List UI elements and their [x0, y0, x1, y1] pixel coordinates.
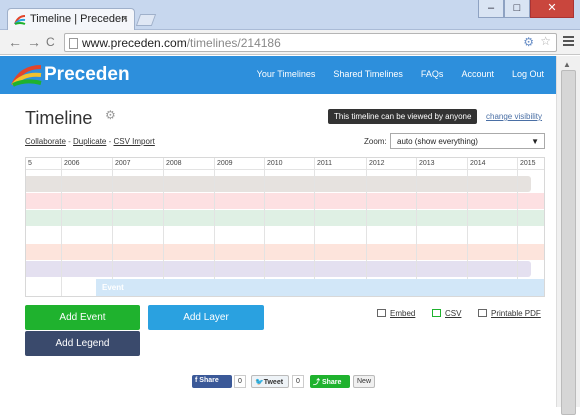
- year-tick-label: 2007: [112, 158, 131, 296]
- year-tick-label: 2008: [163, 158, 182, 296]
- preceden-favicon-icon: [14, 15, 26, 25]
- embed-link[interactable]: Embed: [377, 309, 415, 318]
- new-badge: New: [353, 375, 376, 388]
- scroll-thumb[interactable]: [561, 70, 576, 415]
- url-path: /timelines/214186: [186, 36, 281, 50]
- timeline-links: Collaborate - Duplicate - CSV Import: [25, 137, 155, 146]
- year-tick-label: 2013: [416, 158, 435, 296]
- csv-icon: [432, 309, 441, 317]
- printer-icon: [478, 309, 487, 317]
- bookmark-star-icon[interactable]: ☆: [540, 34, 551, 48]
- zoom-select[interactable]: auto (show everything) ▼: [390, 133, 545, 149]
- facebook-share-label: Share: [199, 377, 219, 384]
- link-separator: -: [65, 137, 74, 146]
- add-legend-button[interactable]: Add Legend: [25, 331, 140, 356]
- window-close-button[interactable]: ✕: [530, 0, 574, 18]
- tab-close-icon[interactable]: ×: [122, 13, 128, 25]
- year-tick-label: 2015: [517, 158, 536, 296]
- year-tick-label: 5: [28, 160, 32, 167]
- maximize-button[interactable]: □: [504, 0, 530, 18]
- page-icon: [69, 38, 78, 49]
- link-separator: -: [106, 137, 114, 146]
- csv-label[interactable]: CSV: [445, 309, 461, 318]
- year-tick-label: 2014: [467, 158, 486, 296]
- csv-import-link[interactable]: CSV Import: [114, 137, 155, 146]
- year-tick-label: 2010: [264, 158, 283, 296]
- visibility-badge: This timeline can be viewed by anyone: [328, 109, 478, 124]
- new-tab-button[interactable]: [135, 14, 157, 26]
- zoom-value: auto (show everything): [397, 137, 478, 146]
- year-tick-label: 2011: [314, 158, 332, 296]
- printable-pdf-link[interactable]: Printable PDF: [478, 309, 541, 318]
- timeline-canvas[interactable]: 5 2006 2007 2008 2009 2010 2011 2012 2013 2014 201…: [25, 157, 545, 297]
- forward-icon[interactable]: →: [27, 34, 41, 50]
- nav-log-out[interactable]: Log Out: [512, 69, 544, 79]
- share-icon: ⤴: [313, 379, 322, 386]
- printable-pdf-label[interactable]: Printable PDF: [491, 309, 541, 318]
- scroll-up-icon[interactable]: ▲: [563, 60, 571, 69]
- zoom-label: Zoom:: [364, 137, 387, 146]
- address-bar[interactable]: www.preceden.com/timelines/214186 ⚙ ☆: [64, 33, 557, 52]
- change-visibility-link[interactable]: change visibility: [486, 112, 542, 121]
- page-title: Timeline: [25, 108, 93, 128]
- duplicate-link[interactable]: Duplicate: [73, 137, 106, 146]
- share-label: Share: [321, 379, 342, 386]
- twitter-tweet-button[interactable]: 🐦Tweet: [251, 375, 289, 388]
- facebook-share-button[interactable]: f Share: [192, 375, 232, 388]
- reload-icon[interactable]: C: [46, 35, 55, 49]
- translate-icon[interactable]: ⚙: [523, 35, 534, 49]
- twitter-share-count: 0: [292, 375, 304, 388]
- year-tick-label: 2012: [366, 158, 385, 296]
- embed-label[interactable]: Embed: [390, 309, 415, 318]
- browser-titlebar: Timeline | Preceden × – □ ✕: [0, 0, 580, 30]
- nav-shared-timelines[interactable]: Shared Timelines: [333, 69, 403, 79]
- event-bar[interactable]: Event: [96, 279, 544, 296]
- site-header: Preceden Your Timelines Shared Timelines…: [0, 56, 556, 94]
- page-scrollbar[interactable]: ▲: [556, 56, 580, 415]
- window-controls: – □ ✕: [478, 0, 574, 20]
- browser-toolbar: ← → C www.preceden.com/timelines/214186 …: [0, 30, 580, 55]
- nav-account[interactable]: Account: [461, 69, 494, 79]
- nav-your-timelines[interactable]: Your Timelines: [257, 69, 316, 79]
- logo-text[interactable]: Preceden: [44, 64, 130, 86]
- main-nav: Your Timelines Shared Timelines FAQs Acc…: [257, 69, 556, 79]
- chevron-down-icon: ▼: [531, 137, 539, 146]
- chrome-menu-icon[interactable]: [563, 36, 574, 48]
- add-event-button[interactable]: Add Event: [25, 305, 140, 330]
- twitter-icon: 🐦: [255, 379, 264, 386]
- browser-tab[interactable]: Timeline | Preceden ×: [7, 8, 135, 30]
- tab-title: Timeline | Preceden: [30, 13, 128, 25]
- tweet-label: Tweet: [263, 379, 284, 386]
- preceden-logo-icon[interactable]: [11, 63, 43, 87]
- embed-icon: [377, 309, 386, 317]
- share-button[interactable]: ⤴ Share: [310, 375, 350, 388]
- url-host: www.preceden.com: [82, 36, 187, 50]
- year-tick-label: 2006: [61, 158, 80, 296]
- main-content: Timeline ⚙ This timeline can be viewed b…: [0, 94, 556, 407]
- event-label: Event: [102, 283, 124, 292]
- year-tick-label: 2009: [214, 158, 233, 296]
- back-icon[interactable]: ←: [8, 34, 22, 50]
- minimize-button[interactable]: –: [478, 0, 504, 18]
- settings-gear-icon[interactable]: ⚙: [105, 108, 116, 122]
- csv-link[interactable]: CSV: [432, 309, 461, 318]
- collaborate-link[interactable]: Collaborate: [25, 137, 66, 146]
- add-layer-button[interactable]: Add Layer: [148, 305, 264, 330]
- nav-faqs[interactable]: FAQs: [421, 69, 444, 79]
- facebook-share-count: 0: [234, 375, 246, 388]
